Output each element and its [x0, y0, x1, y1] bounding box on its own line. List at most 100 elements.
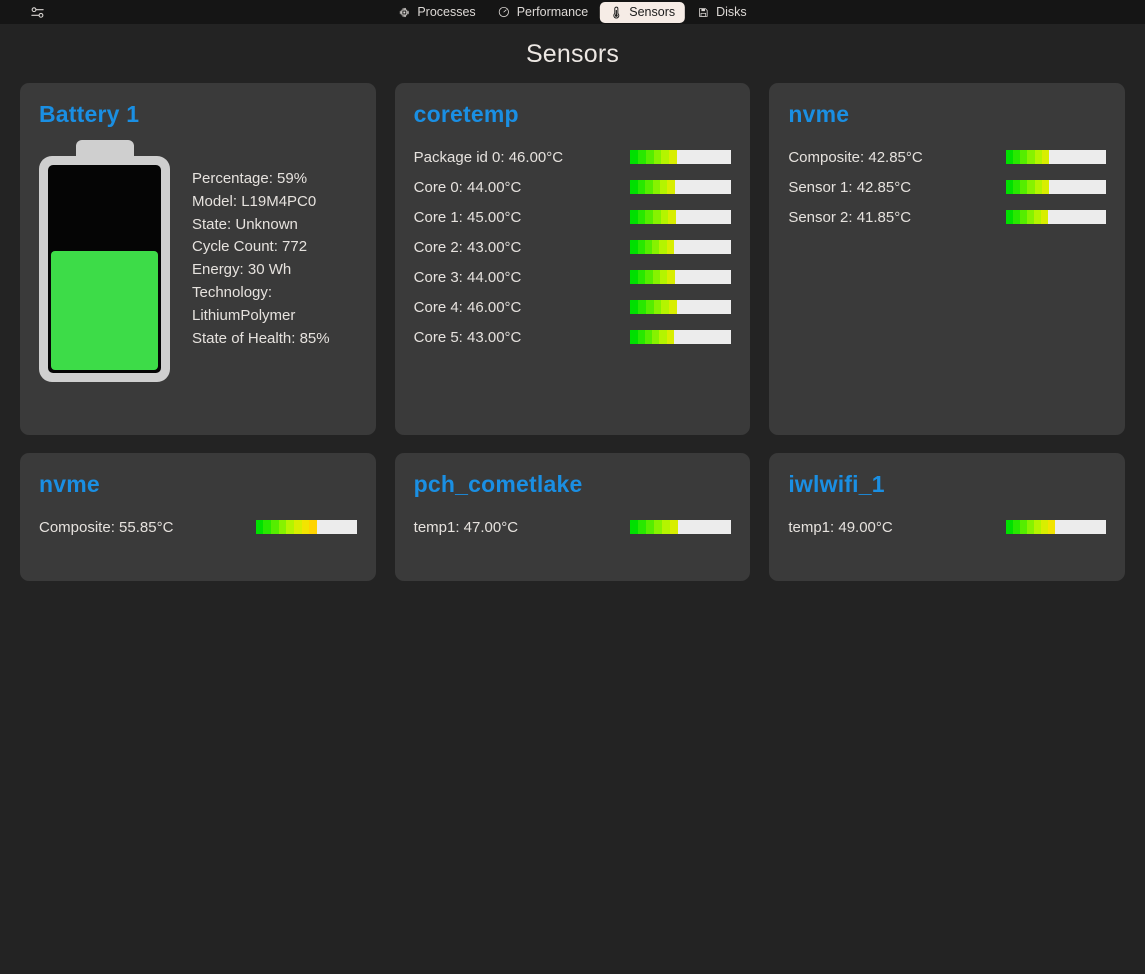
bar-segment	[669, 300, 677, 314]
battery-stat-line: Model: L19M4PC0	[192, 191, 357, 214]
card-nvme-top-title: nvme	[788, 101, 1106, 128]
battery-icon	[39, 140, 170, 382]
sensor-row: Sensor 2: 41.85°C	[788, 202, 1106, 232]
bar-segment	[638, 520, 646, 534]
bar-segment	[645, 330, 652, 344]
sensor-label: Sensor 1: 42.85°C	[788, 179, 1006, 196]
sensor-label: Package id 0: 46.00°C	[414, 149, 631, 166]
bar-segment	[646, 150, 654, 164]
bar-segment	[638, 330, 645, 344]
sliders-icon	[30, 5, 45, 20]
bar-segment	[1013, 520, 1020, 534]
bar-segment	[286, 520, 294, 534]
bar-segment	[630, 210, 638, 224]
bar-segment	[1006, 180, 1013, 194]
tab-processes[interactable]: Processes	[388, 2, 485, 23]
sensor-bar-fill	[630, 180, 674, 194]
sensor-bar-track	[1006, 180, 1106, 194]
bar-segment	[638, 270, 645, 284]
tab-bar: Processes Performance Sensors	[388, 0, 756, 24]
bar-segment	[263, 520, 271, 534]
bar-segment	[1006, 210, 1013, 224]
sensor-bar-track	[630, 180, 731, 194]
bar-segment	[1020, 180, 1027, 194]
bar-segment	[271, 520, 279, 534]
bar-segment	[1048, 520, 1055, 534]
nvme-bottom-readings: Composite: 55.85°C	[39, 514, 357, 540]
tab-sensors[interactable]: Sensors	[600, 2, 685, 23]
bar-segment	[669, 150, 677, 164]
bar-segment	[662, 520, 670, 534]
bar-segment	[667, 270, 674, 284]
sensor-bar-fill	[1006, 180, 1049, 194]
bar-segment	[630, 330, 637, 344]
bar-segment	[1020, 150, 1027, 164]
tab-disks[interactable]: Disks	[687, 2, 757, 23]
bar-segment	[630, 270, 637, 284]
bar-segment	[1006, 150, 1013, 164]
card-iwlwifi-1-title: iwlwifi_1	[788, 471, 1106, 498]
bar-segment	[630, 180, 637, 194]
bar-segment	[1006, 520, 1013, 534]
sensor-bar-fill	[630, 520, 677, 534]
bar-segment	[654, 150, 662, 164]
battery-stat-line: Energy: 30 Wh	[192, 259, 357, 282]
settings-sliders-button[interactable]	[24, 0, 50, 24]
bar-segment	[1013, 210, 1020, 224]
sensor-label: Sensor 2: 41.85°C	[788, 209, 1006, 226]
sensor-row: Core 3: 44.00°C	[414, 262, 732, 292]
card-nvme-bottom-title: nvme	[39, 471, 357, 498]
sensor-row: Core 0: 44.00°C	[414, 172, 732, 202]
bar-segment	[660, 180, 667, 194]
sensors-grid: Battery 1 Percentage: 59%Model: L19M4PC0…	[20, 83, 1125, 581]
bar-segment	[646, 300, 654, 314]
bar-segment	[661, 210, 669, 224]
bar-segment	[302, 520, 310, 534]
cpu-chip-icon	[398, 5, 410, 19]
bar-segment	[646, 520, 654, 534]
sensor-label: Core 1: 45.00°C	[414, 209, 631, 226]
sensor-label: Core 3: 44.00°C	[414, 269, 631, 286]
iwlwifi-1-readings: temp1: 49.00°C	[788, 514, 1106, 540]
sensor-bar-track	[1006, 520, 1106, 534]
tab-performance-label: Performance	[517, 6, 589, 19]
sensor-bar-fill	[1006, 210, 1048, 224]
bar-segment	[645, 180, 652, 194]
bar-segment	[1013, 180, 1020, 194]
bar-segment	[659, 330, 666, 344]
sensor-label: Composite: 55.85°C	[39, 519, 256, 536]
bar-segment	[294, 520, 302, 534]
bar-segment	[638, 300, 646, 314]
sensor-bar-track	[630, 520, 731, 534]
battery-shell	[39, 156, 170, 382]
card-pch-cometlake-title: pch_cometlake	[414, 471, 732, 498]
battery-stat-line: State of Health: 85%	[192, 328, 357, 351]
battery-body: Percentage: 59%Model: L19M4PC0State: Unk…	[39, 140, 357, 382]
sensor-bar-fill	[256, 520, 318, 534]
battery-fill-level	[51, 251, 158, 370]
bar-segment	[652, 330, 659, 344]
bar-segment	[638, 240, 645, 254]
sensor-bar-fill	[630, 150, 676, 164]
sensor-label: temp1: 47.00°C	[414, 519, 631, 536]
sensor-bar-fill	[630, 240, 673, 254]
sensor-row: Sensor 1: 42.85°C	[788, 172, 1106, 202]
bar-segment	[256, 520, 264, 534]
sensor-label: Core 4: 46.00°C	[414, 299, 631, 316]
bar-segment	[638, 180, 645, 194]
sensor-bar-fill	[1006, 150, 1049, 164]
bar-segment	[1042, 180, 1049, 194]
bar-segment	[630, 520, 638, 534]
bar-segment	[645, 240, 652, 254]
tab-performance[interactable]: Performance	[488, 2, 599, 23]
bar-segment	[668, 210, 676, 224]
top-bar: Processes Performance Sensors	[0, 0, 1145, 24]
bar-segment	[630, 150, 638, 164]
sensor-row: temp1: 49.00°C	[788, 514, 1106, 540]
sensor-label: Composite: 42.85°C	[788, 149, 1006, 166]
card-coretemp: coretemp Package id 0: 46.00°CCore 0: 44…	[395, 83, 751, 435]
battery-stat-line: Percentage: 59%	[192, 168, 357, 191]
sensor-row: Package id 0: 46.00°C	[414, 142, 732, 172]
sensor-bar-track	[1006, 150, 1106, 164]
bar-segment	[645, 270, 652, 284]
